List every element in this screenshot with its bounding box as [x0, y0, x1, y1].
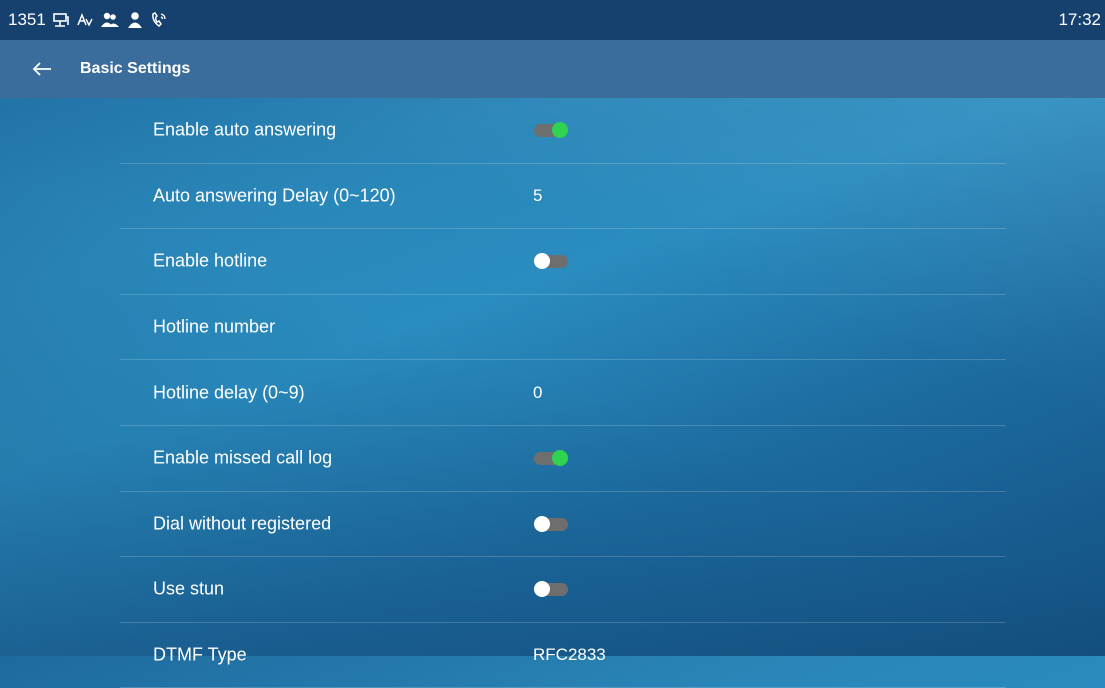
setting-value: 0 — [533, 382, 543, 402]
line-number: 1351 — [8, 10, 46, 29]
clock: 17:32 — [1058, 10, 1101, 29]
network-icon — [52, 11, 70, 29]
setting-label: Dial without registered — [153, 513, 332, 534]
ime-icon — [76, 11, 94, 29]
setting-use-stun[interactable]: Use stun — [120, 557, 1006, 623]
setting-value: 5 — [533, 185, 543, 205]
use-stun-toggle[interactable] — [534, 581, 568, 598]
setting-label: Enable hotline — [153, 250, 268, 271]
setting-label: DTMF Type — [153, 644, 247, 665]
setting-label: Use stun — [153, 578, 225, 599]
setting-value: RFC2833 — [533, 645, 606, 665]
page-title: Basic Settings — [80, 60, 191, 77]
back-button[interactable] — [22, 49, 62, 89]
setting-enable-auto-answering[interactable]: Enable auto answering — [120, 98, 1006, 164]
title-bar: Basic Settings — [0, 40, 1105, 98]
setting-hotline-delay[interactable]: Hotline delay (0~9) 0 — [120, 360, 1006, 426]
status-bar: 1351 17:32 — [0, 0, 1105, 40]
user-icon — [126, 11, 144, 29]
dial-without-registered-toggle[interactable] — [534, 515, 568, 532]
setting-label: Enable missed call log — [153, 447, 333, 468]
missed-call-log-toggle[interactable] — [534, 450, 568, 467]
setting-dtmf-type[interactable]: DTMF Type RFC2833 — [120, 623, 1006, 688]
setting-label: Hotline number — [153, 316, 276, 337]
setting-dial-without-registered[interactable]: Dial without registered — [120, 492, 1006, 558]
setting-label: Auto answering Delay (0~120) — [153, 185, 396, 206]
setting-auto-answering-delay[interactable]: Auto answering Delay (0~120) 5 — [120, 164, 1006, 230]
settings-list: Enable auto answering Auto answering Del… — [120, 98, 1006, 688]
setting-hotline-number[interactable]: Hotline number — [120, 295, 1006, 361]
setting-label: Hotline delay (0~9) — [153, 382, 305, 403]
setting-enable-missed-call-log[interactable]: Enable missed call log — [120, 426, 1006, 492]
contacts-icon — [100, 11, 120, 29]
auto-answer-icon — [150, 11, 168, 29]
hotline-toggle[interactable] — [534, 253, 568, 270]
setting-label: Enable auto answering — [153, 119, 337, 140]
arrow-left-icon — [32, 62, 51, 76]
auto-answering-toggle[interactable] — [534, 122, 568, 139]
setting-enable-hotline[interactable]: Enable hotline — [120, 229, 1006, 295]
